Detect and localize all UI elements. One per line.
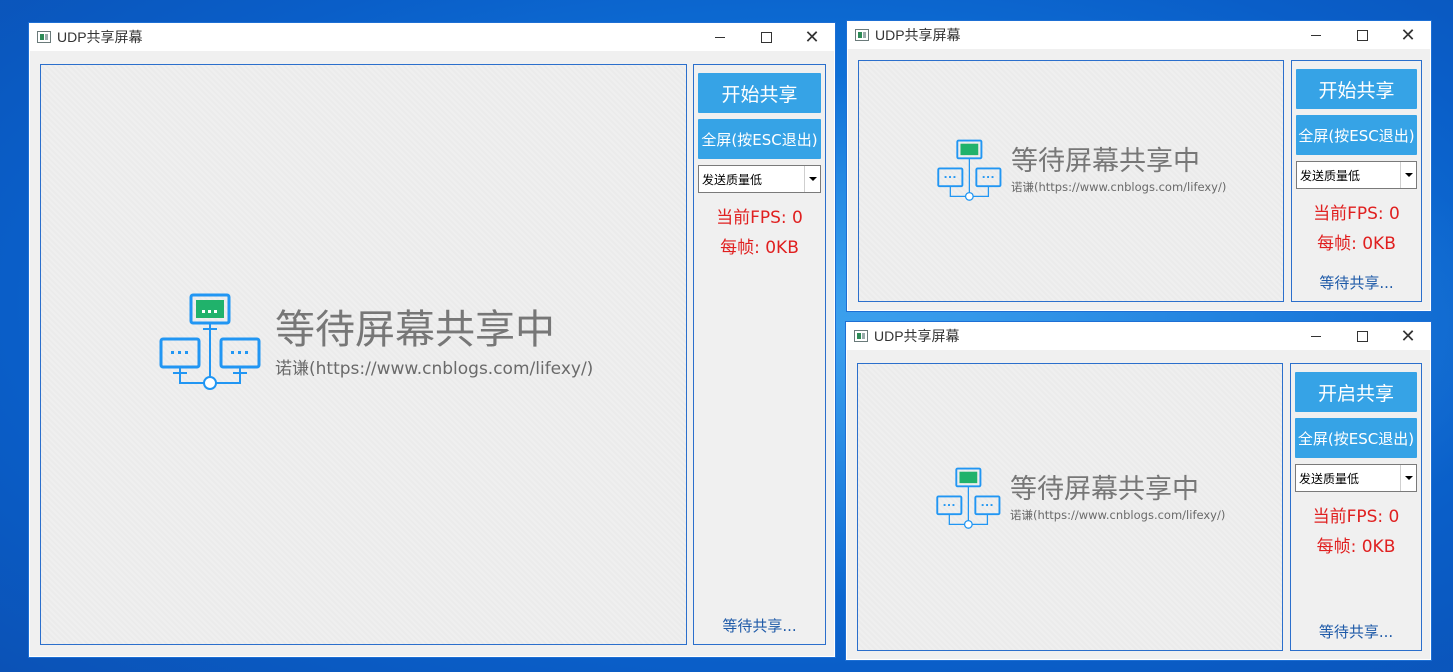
screen-view: 等待屏幕共享中 诺谦(https://www.cnblogs.com/lifex… <box>40 64 687 645</box>
quality-select[interactable]: 发送质量低 <box>1295 464 1417 492</box>
control-panel: 开始共享 全屏(按ESC退出) 发送质量低 当前FPS: 0 每帧: 0KB 等… <box>1291 60 1422 302</box>
waiting-placeholder: 等待屏幕共享中 诺谦(https://www.cnblogs.com/lifex… <box>159 293 593 393</box>
udp-share-window-top-right[interactable]: UDP共享屏幕 ✕ 等待屏幕共享中 诺谦(https://www.cnblogs… <box>846 20 1432 312</box>
network-screens-icon <box>936 467 1001 529</box>
quality-select-value: 发送质量低 <box>1300 168 1361 183</box>
network-screens-icon <box>159 293 261 390</box>
status-label: 等待共享... <box>722 617 797 635</box>
start-share-button[interactable]: 开启共享 <box>1295 372 1417 412</box>
maximize-icon[interactable] <box>743 23 789 51</box>
window-app-icon <box>855 29 869 41</box>
status-label: 等待共享... <box>1319 274 1394 292</box>
maximize-icon[interactable] <box>1339 21 1385 49</box>
fullscreen-button[interactable]: 全屏(按ESC退出) <box>698 119 821 159</box>
chevron-down-icon[interactable] <box>1400 162 1416 188</box>
chevron-down-icon[interactable] <box>804 166 820 192</box>
fullscreen-button[interactable]: 全屏(按ESC退出) <box>1295 418 1417 458</box>
window-client-area: 等待屏幕共享中 诺谦(https://www.cnblogs.com/lifex… <box>848 49 1430 310</box>
placeholder-subtitle: 诺谦(https://www.cnblogs.com/lifexy/) <box>1011 179 1227 194</box>
window-app-icon <box>37 31 51 43</box>
per-frame-size-label: 每帧: 0KB <box>1317 234 1396 254</box>
window-app-icon <box>854 330 868 342</box>
waiting-placeholder: 等待屏幕共享中 诺谦(https://www.cnblogs.com/lifex… <box>937 139 1226 203</box>
placeholder-title: 等待屏幕共享中 <box>1011 146 1200 178</box>
placeholder-text: 等待屏幕共享中 诺谦(https://www.cnblogs.com/lifex… <box>275 308 593 379</box>
window-controls: ✕ <box>697 23 835 51</box>
maximize-icon[interactable] <box>1339 322 1385 350</box>
window-controls: ✕ <box>1293 322 1431 350</box>
title-bar[interactable]: UDP共享屏幕 ✕ <box>846 322 1431 350</box>
start-share-button[interactable]: 开始共享 <box>698 73 821 113</box>
quality-select-value: 发送质量低 <box>702 172 763 187</box>
close-icon[interactable]: ✕ <box>1385 21 1431 49</box>
title-bar[interactable]: UDP共享屏幕 ✕ <box>847 21 1431 49</box>
quality-select[interactable]: 发送质量低 <box>1296 161 1417 189</box>
fps-label: 当前FPS: 0 <box>1312 507 1400 527</box>
quality-select-value: 发送质量低 <box>1299 471 1360 486</box>
close-icon[interactable]: ✕ <box>1385 322 1431 350</box>
window-client-area: 等待屏幕共享中 诺谦(https://www.cnblogs.com/lifex… <box>847 350 1430 659</box>
screen-view: 等待屏幕共享中 诺谦(https://www.cnblogs.com/lifex… <box>857 363 1283 651</box>
window-client-area: 等待屏幕共享中 诺谦(https://www.cnblogs.com/lifex… <box>30 51 834 656</box>
window-controls: ✕ <box>1293 21 1431 49</box>
udp-share-window-bottom-right[interactable]: UDP共享屏幕 ✕ 等待屏幕共享中 诺谦(https://www.cnblogs… <box>845 321 1432 661</box>
status-label: 等待共享... <box>1318 623 1394 641</box>
screen-view: 等待屏幕共享中 诺谦(https://www.cnblogs.com/lifex… <box>858 60 1284 302</box>
udp-share-window-main[interactable]: UDP共享屏幕 ✕ 等待屏幕共享中 诺谦(https://www.cnblogs… <box>28 22 836 658</box>
fullscreen-button[interactable]: 全屏(按ESC退出) <box>1296 115 1417 155</box>
waiting-placeholder: 等待屏幕共享中 诺谦(https://www.cnblogs.com/lifex… <box>936 467 1225 531</box>
fps-label: 当前FPS: 0 <box>716 208 803 228</box>
per-frame-size-label: 每帧: 0KB <box>1316 537 1396 557</box>
chevron-down-icon[interactable] <box>1400 465 1416 491</box>
per-frame-size-label: 每帧: 0KB <box>720 238 799 258</box>
quality-select[interactable]: 发送质量低 <box>698 165 821 193</box>
minimize-icon[interactable] <box>697 23 743 51</box>
fps-label: 当前FPS: 0 <box>1313 204 1400 224</box>
placeholder-text: 等待屏幕共享中 诺谦(https://www.cnblogs.com/lifex… <box>1011 147 1226 195</box>
placeholder-subtitle: 诺谦(https://www.cnblogs.com/lifexy/) <box>1010 507 1226 522</box>
close-icon[interactable]: ✕ <box>789 23 835 51</box>
minimize-icon[interactable] <box>1293 322 1339 350</box>
window-title: UDP共享屏幕 <box>874 328 960 344</box>
placeholder-title: 等待屏幕共享中 <box>275 306 555 353</box>
network-screens-icon <box>937 139 1002 201</box>
window-title: UDP共享屏幕 <box>875 27 961 43</box>
placeholder-title: 等待屏幕共享中 <box>1010 474 1199 506</box>
placeholder-subtitle: 诺谦(https://www.cnblogs.com/lifexy/) <box>275 358 594 379</box>
control-panel: 开启共享 全屏(按ESC退出) 发送质量低 当前FPS: 0 每帧: 0KB 等… <box>1290 363 1422 651</box>
control-panel: 开始共享 全屏(按ESC退出) 发送质量低 当前FPS: 0 每帧: 0KB 等… <box>693 64 826 645</box>
window-title: UDP共享屏幕 <box>57 29 143 45</box>
start-share-button[interactable]: 开始共享 <box>1296 69 1417 109</box>
minimize-icon[interactable] <box>1293 21 1339 49</box>
placeholder-text: 等待屏幕共享中 诺谦(https://www.cnblogs.com/lifex… <box>1010 475 1225 523</box>
title-bar[interactable]: UDP共享屏幕 ✕ <box>29 23 835 51</box>
